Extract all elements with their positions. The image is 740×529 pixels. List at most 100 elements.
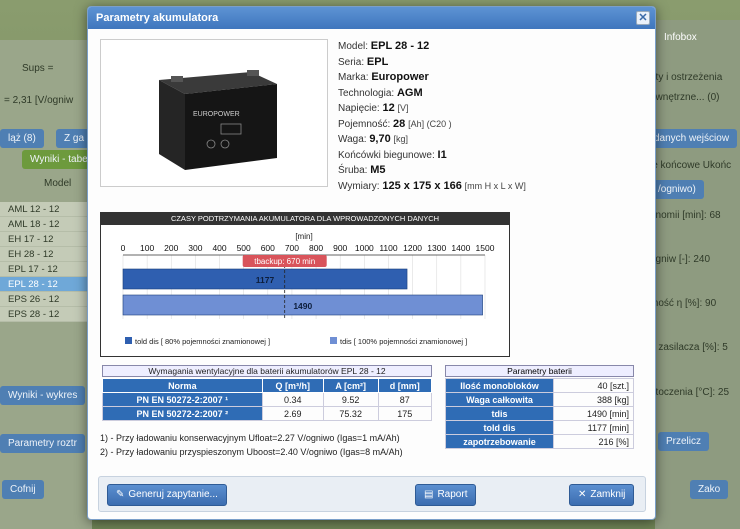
- param-value: 216 [%]: [553, 434, 634, 449]
- bar-value-label: 1177: [256, 275, 275, 285]
- x-tick-label: 800: [309, 243, 323, 253]
- x-axis-label: [min]: [295, 232, 312, 241]
- params-table: Ilość monobloków 40 [szt.] Waga całkowita…: [445, 378, 634, 449]
- params-title: Parametry baterii: [445, 365, 634, 377]
- param-value: 1490 [min]: [553, 406, 634, 421]
- close-button[interactable]: ✕ Zamknij: [569, 484, 635, 506]
- x-tick-label: 1000: [355, 243, 374, 253]
- spec-row-model: Model: EPL 28 - 12: [338, 40, 430, 52]
- x-tick-label: 700: [285, 243, 299, 253]
- backup-time-chart: CZASY PODTRZYMANIA AKUMULATORA DLA WPROW…: [100, 212, 510, 357]
- x-tick-label: 200: [164, 243, 178, 253]
- list-item[interactable]: AML 12 - 12: [0, 202, 88, 217]
- spec-row-terminals: Końcówki biegunowe: I1: [338, 148, 447, 161]
- printer-icon: ▤: [424, 489, 434, 500]
- requirements-notes: 1) - Przy ładowaniu konserwacyjnym Ufloa…: [100, 431, 440, 459]
- param-key: Ilość monobloków: [445, 378, 554, 393]
- dialog-titlebar: Parametry akumulatora ✕: [88, 7, 655, 29]
- table-row: told dis 1177 [min]: [445, 420, 634, 435]
- bg-btn-params[interactable]: Parametry roztr: [0, 434, 85, 453]
- param-key: zapotrzebowanie: [445, 434, 554, 449]
- list-item[interactable]: EPS 28 - 12: [0, 307, 88, 322]
- bg-select[interactable]: /ogniwo): [650, 180, 704, 199]
- spec-row-series: Seria: EPL: [338, 55, 389, 68]
- list-item[interactable]: EPS 26 - 12: [0, 292, 88, 307]
- cell-a: 9.52: [322, 392, 379, 407]
- cell-q: 2.69: [261, 406, 324, 421]
- requirements-table: Norma Q [m³/h] A [cm²] d [mm] PN EN 5027…: [102, 378, 432, 421]
- generate-label: Generuj zapytanie...: [128, 489, 218, 500]
- generate-request-button[interactable]: ✎ Generuj zapytanie...: [107, 484, 227, 506]
- bar-value-label: 1490: [293, 301, 312, 311]
- param-value: 1177 [min]: [553, 420, 634, 435]
- table-row: Waga całkowita 388 [kg]: [445, 392, 634, 407]
- dialog-title: Parametry akumulatora: [96, 12, 219, 24]
- table-row: zapotrzebowanie 216 [%]: [445, 434, 634, 449]
- close-icon[interactable]: ✕: [636, 11, 650, 25]
- spec-row-technology: Technologia: AGM: [338, 86, 423, 99]
- legend-swatch: [125, 337, 132, 344]
- x-tick-label: 0: [121, 243, 126, 253]
- cell-norm: PN EN 50272-2:2007 ¹: [102, 392, 263, 407]
- param-key: told dis: [445, 420, 554, 435]
- table-row: Ilość monobloków 40 [szt.]: [445, 378, 634, 393]
- bg-psu: e zasilacza [%]: 5: [650, 342, 728, 353]
- param-value: 388 [kg]: [553, 392, 634, 407]
- bg-model-list: AML 12 - 12 AML 18 - 12 EH 17 - 12 EH 28…: [0, 202, 88, 322]
- bg-temp: otoczenia [°C]: 25: [650, 387, 730, 398]
- note-boost: 2) - Przy ładowaniu przyspieszonym Uboos…: [100, 447, 403, 457]
- bg-btn-calc[interactable]: Przelicz: [658, 432, 710, 451]
- report-button[interactable]: ▤ Raport: [415, 484, 477, 506]
- list-item[interactable]: EH 28 - 12: [0, 247, 88, 262]
- requirements-title: Wymagania wentylacyjne dla baterii akumu…: [102, 365, 432, 377]
- param-key: Waga całkowita: [445, 392, 554, 407]
- bg-btn-end[interactable]: Zako: [690, 480, 729, 499]
- battery-params-dialog: Parametry akumulatora ✕ EUROPOWER Model:…: [87, 6, 656, 520]
- bg-btn-laz[interactable]: ląż (8): [0, 129, 44, 148]
- dialog-footer: ✎ Generuj zapytanie... ▤ Raport ✕ Zamknij: [98, 476, 646, 512]
- battery-brand-label: EUROPOWER: [193, 111, 240, 118]
- chart-svg: [min] 0 100 200 300 400 500 600 700 800 900 1000 110…: [121, 232, 495, 346]
- x-tick-label: 1500: [476, 243, 495, 253]
- bg-end-voltage: ie końcowe Ukońc: [650, 160, 732, 171]
- bg-infobox: Infobox: [664, 32, 697, 43]
- bg-btn-input[interactable]: danych wejściow: [646, 129, 738, 148]
- table-row: PN EN 50272-2:2007 ² 2.69 75.32 175: [102, 406, 432, 421]
- close-label: Zamknij: [590, 489, 626, 500]
- spec-row-weight: Waga: 9,70 [kg]: [338, 133, 409, 145]
- spec-row-screw: Śruba: M5: [338, 164, 386, 176]
- close-icon: ✕: [578, 489, 587, 500]
- cell-d: 87: [377, 392, 432, 407]
- x-tick-label: 600: [261, 243, 275, 253]
- cell-q: 0.34: [261, 392, 324, 407]
- bg-autonomy: onomii [min]: 68: [650, 210, 721, 221]
- bg-efficiency: mość η [%]: 90: [650, 298, 717, 309]
- note-float: 1) - Przy ładowaniu konserwacyjnym Ufloa…: [100, 433, 400, 443]
- bg-btn-chart[interactable]: Wyniki - wykres: [0, 386, 86, 405]
- table-row: PN EN 50272-2:2007 ¹ 0.34 9.52 87: [102, 392, 432, 407]
- legend-swatch: [330, 337, 337, 344]
- col-norm: Norma: [102, 378, 263, 393]
- pencil-icon: ✎: [116, 489, 125, 500]
- bg-btn-back[interactable]: Cofnij: [2, 480, 44, 499]
- list-item[interactable]: EPL 17 - 12: [0, 262, 88, 277]
- battery-photo: EUROPOWER: [100, 39, 328, 187]
- bg-external: ewnętrzne... (0): [650, 92, 720, 103]
- cell-a: 75.32: [322, 406, 379, 421]
- list-item-selected[interactable]: EPL 28 - 12: [0, 277, 88, 292]
- list-item[interactable]: AML 18 - 12: [0, 217, 88, 232]
- col-d: d [mm]: [377, 378, 432, 393]
- cell-d: 175: [377, 406, 432, 421]
- table-row: tdis 1490 [min]: [445, 406, 634, 421]
- bg-voltage: = 2,31 [V/ogniw: [4, 95, 74, 106]
- report-label: Raport: [437, 489, 468, 500]
- x-tick-label: 500: [237, 243, 251, 253]
- bg-sups: Sups =: [22, 63, 54, 74]
- x-tick-label: 300: [188, 243, 202, 253]
- list-item[interactable]: EH 17 - 12: [0, 232, 88, 247]
- x-tick-label: 400: [212, 243, 226, 253]
- legend-label: told dis [ 80% pojemności znamionowej ]: [135, 337, 270, 346]
- spec-row-brand: Marka: Europower: [338, 71, 429, 83]
- bg-col-model: Model: [44, 178, 72, 189]
- x-tick-label: 1100: [379, 243, 398, 253]
